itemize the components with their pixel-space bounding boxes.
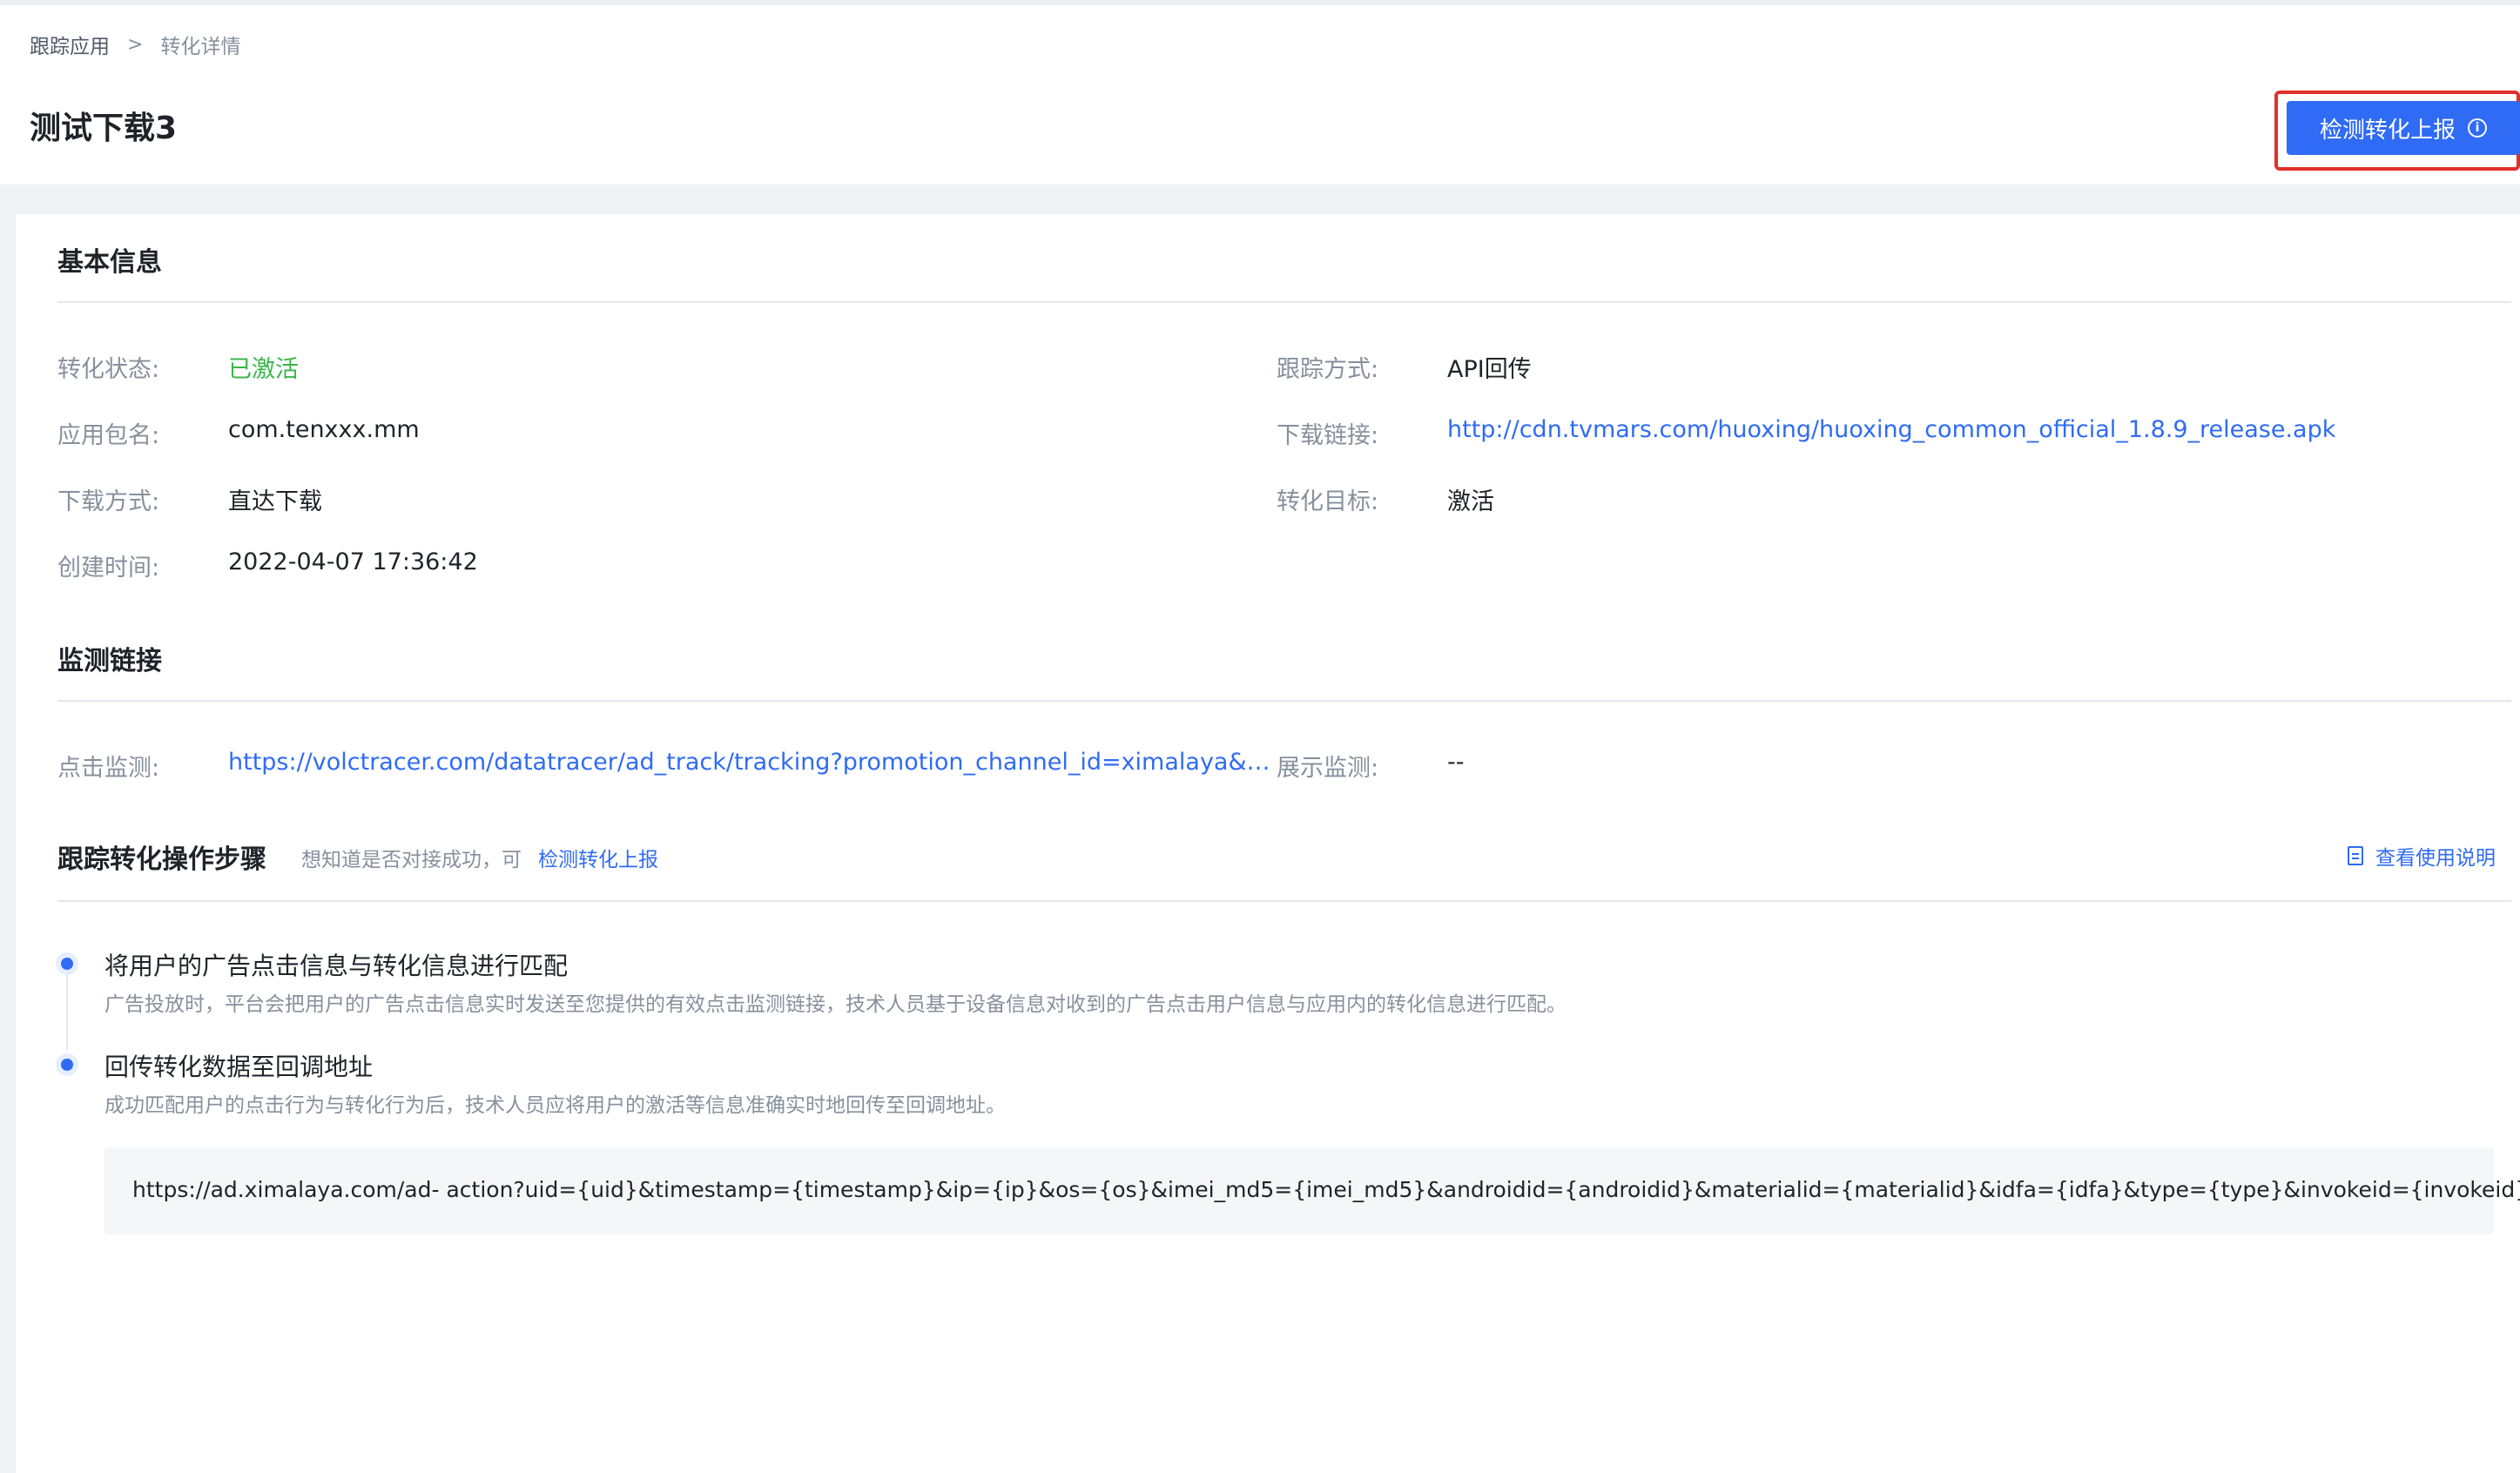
click-monitor-label: 点击监测:: [57, 755, 160, 782]
divider: [57, 301, 2511, 303]
display-monitor-label: 展示监测:: [1277, 755, 1379, 782]
conversion-status-label: 转化状态:: [57, 356, 160, 383]
check-conversion-report-button[interactable]: 检测转化上报 i: [2287, 101, 2520, 155]
created-time-value: 2022-04-07 17:36:42: [228, 548, 478, 575]
tracking-steps-title: 跟踪转化操作步骤: [57, 844, 266, 875]
step-connector: [66, 972, 68, 1050]
callback-url-box: https://ad.ximalaya.com/ad- action?uid={…: [104, 1147, 2520, 1234]
step-1-title: 将用户的广告点击信息与转化信息进行匹配: [104, 952, 569, 980]
monitor-links-title: 监测链接: [57, 646, 162, 676]
conversion-target-label: 转化目标:: [1277, 488, 1379, 515]
view-usage-guide-label: 查看使用说明: [2375, 847, 2496, 870]
step-2-description: 成功匹配用户的点击行为与转化行为后，技术人员应将用户的激活等信息准确实时地回传至…: [104, 1094, 1006, 1117]
divider: [57, 700, 2511, 702]
breadcrumb-parent[interactable]: 跟踪应用: [30, 30, 110, 59]
view-usage-guide-link[interactable]: 查看使用说明: [2348, 841, 2496, 871]
step-dot: [61, 958, 73, 970]
step-1-description: 广告投放时，平台会把用户的广告点击信息实时发送至您提供的有效点击监测链接，技术人…: [104, 993, 1567, 1016]
conversion-target-value: 激活: [1447, 488, 1494, 515]
step-2-title: 回传转化数据至回调地址: [104, 1053, 374, 1081]
info-icon: i: [2468, 118, 2487, 138]
created-time-label: 创建时间:: [57, 555, 160, 582]
callback-url[interactable]: https://ad.ximalaya.com/ad- action?uid={…: [132, 1177, 2520, 1202]
step-dot: [61, 1059, 73, 1071]
detail-card: 基本信息 转化状态: 已激活 应用包名: com.tenxxx.mm 下载方式:…: [16, 214, 2520, 1473]
steps-hint: 想知道是否对接成功，可: [301, 849, 522, 871]
download-method-label: 下载方式:: [57, 488, 160, 515]
download-method-value: 直达下载: [228, 488, 322, 515]
check-conversion-report-link[interactable]: 检测转化上报: [538, 843, 658, 872]
chevron-right-icon: >: [127, 33, 144, 56]
basic-info-title: 基本信息: [57, 247, 162, 278]
download-link[interactable]: http://cdn.tvmars.com/huoxing/huoxing_co…: [1447, 416, 2335, 443]
divider: [57, 900, 2511, 902]
tracking-method-label: 跟踪方式:: [1277, 356, 1379, 383]
check-conversion-report-label: 检测转化上报: [2319, 117, 2456, 144]
display-monitor-value: --: [1447, 749, 1465, 776]
download-link-label: 下载链接:: [1277, 422, 1379, 449]
package-name-label: 应用包名:: [57, 422, 160, 449]
page-title: 测试下载3: [30, 111, 178, 146]
tracking-method-value: API回传: [1447, 356, 1532, 383]
page-header: 跟踪应用 > 转化详情 测试下载3 检测转化上报 i: [0, 5, 2520, 185]
breadcrumb-current: 转化详情: [160, 36, 241, 58]
conversion-status-value: 已激活: [228, 356, 299, 383]
breadcrumb: 跟踪应用 > 转化详情: [30, 30, 240, 59]
package-name-value: com.tenxxx.mm: [228, 416, 420, 443]
click-monitor-link[interactable]: https://volctracer.com/datatracer/ad_tra…: [228, 749, 1271, 776]
document-icon: [2348, 846, 2363, 865]
